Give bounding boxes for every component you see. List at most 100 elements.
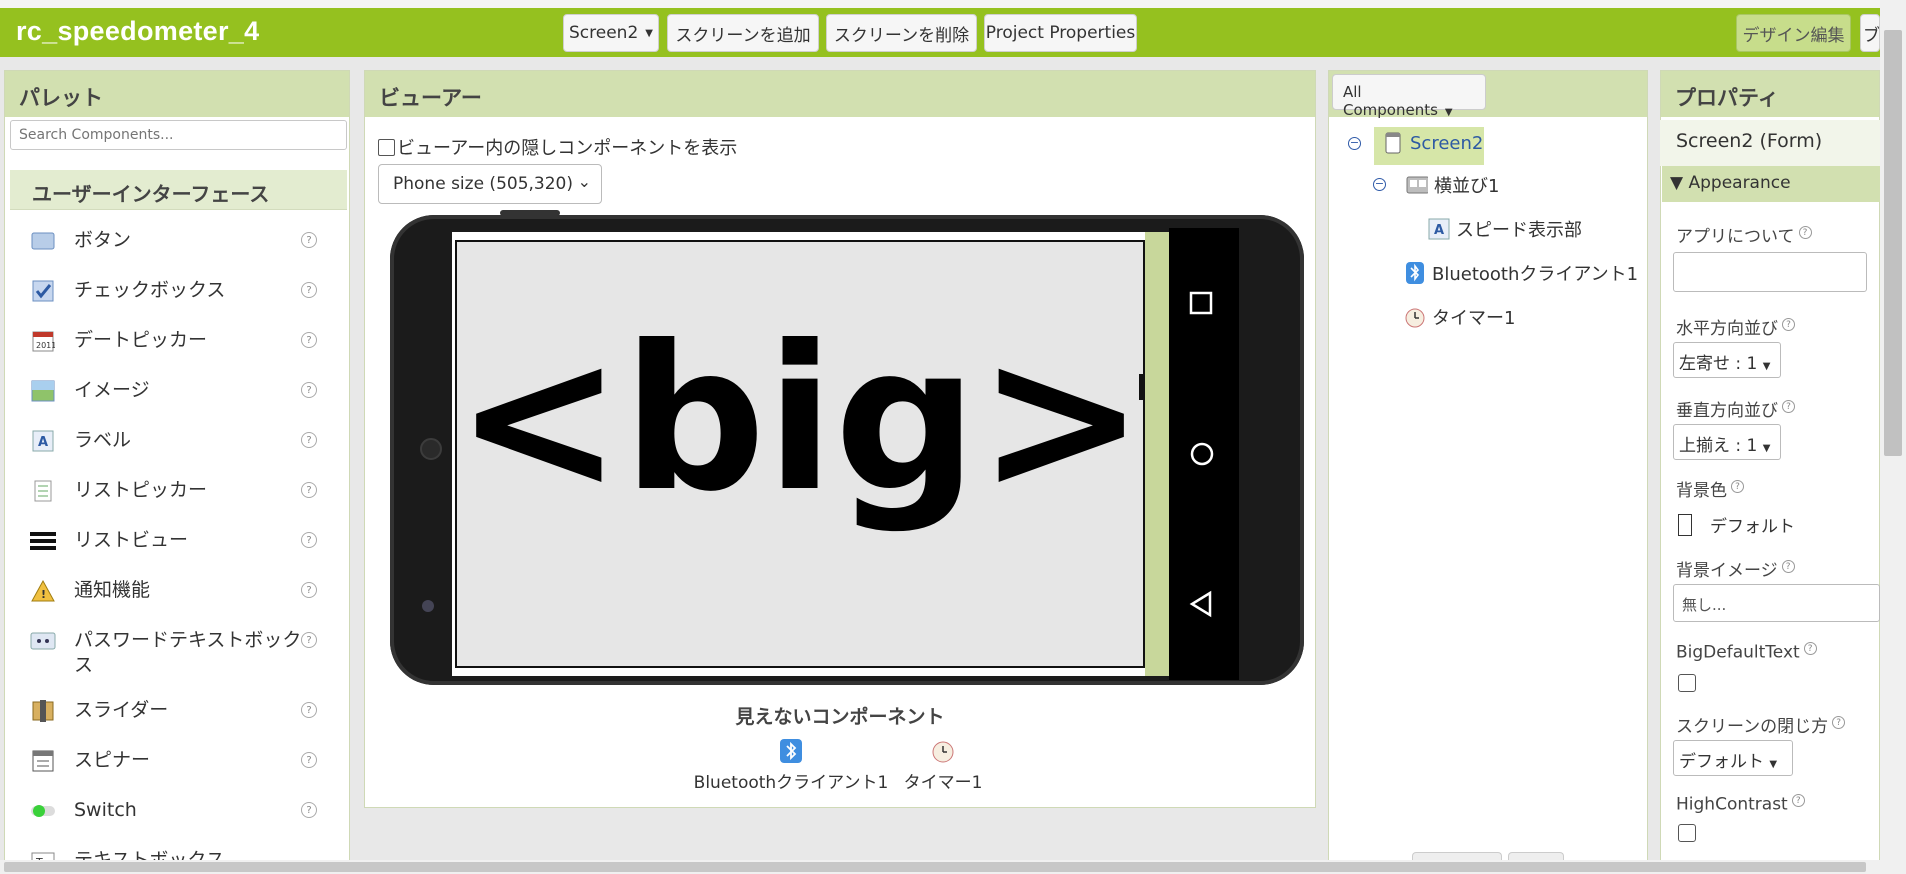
help-icon[interactable]: ? (1782, 318, 1795, 332)
tree-item-horizontal-arrangement[interactable]: 横並び1 (1406, 172, 1499, 198)
bg-image-picker[interactable]: 無し... (1673, 584, 1880, 622)
phone-button-top (500, 210, 560, 216)
prop-about-label: アプリについて? (1676, 222, 1812, 247)
screen-select-button[interactable]: Screen2 ▼ (563, 14, 659, 52)
help-icon[interactable]: ? (301, 232, 317, 248)
help-icon[interactable]: ? (1731, 480, 1744, 494)
help-icon[interactable]: ? (301, 582, 317, 598)
designer-button[interactable]: デザイン編集 (1736, 14, 1851, 52)
help-icon[interactable]: ? (301, 802, 317, 818)
phone-size-select[interactable]: Phone size (505,320) ⌄ (378, 164, 602, 204)
palette-item-label: スライダー (74, 699, 169, 721)
help-icon[interactable]: ? (301, 332, 317, 348)
screen-select-label: Screen2 (569, 23, 639, 43)
project-properties-button[interactable]: Project Properties (984, 14, 1137, 52)
recent-apps-icon (1189, 291, 1213, 315)
clock-icon (1404, 306, 1426, 328)
caret-down-icon: ▼ (1762, 361, 1771, 372)
close-animation-value: デフォルト (1679, 752, 1764, 772)
prop-bg-image-text: 背景イメージ (1676, 561, 1778, 581)
tree-item-label: タイマー1 (1432, 308, 1516, 329)
help-icon[interactable]: ? (1832, 716, 1846, 730)
tree-item-label: Bluetoothクライアント1 (1432, 264, 1639, 285)
show-hidden-checkbox[interactable] (378, 138, 395, 156)
tree-item-timer[interactable]: タイマー1 (1404, 304, 1515, 330)
datepicker-icon: 2011 (30, 328, 56, 354)
prop-high-contrast-label: HighContrast? (1676, 794, 1805, 815)
tree-item-speed-label[interactable]: A スピード表示部 (1428, 216, 1582, 242)
help-icon[interactable]: ? (1803, 642, 1817, 655)
palette-item-button[interactable]: ボタン ? (10, 224, 347, 260)
help-icon[interactable]: ? (301, 432, 317, 448)
collapse-icon[interactable]: − (1373, 178, 1386, 191)
palette-item-label: パスワードテキストボックス (74, 629, 302, 676)
viewer-title: ビューアー (365, 71, 1315, 117)
palette-item-image[interactable]: イメージ ? (10, 374, 347, 410)
help-icon[interactable]: ? (301, 382, 317, 398)
palette-item-label: スピナー (74, 749, 151, 771)
vertical-scrollbar-thumb[interactable] (1884, 30, 1902, 456)
chevron-down-icon: ⌄ (577, 172, 591, 191)
palette-item-label: イメージ (74, 379, 150, 401)
help-icon[interactable]: ? (1782, 400, 1795, 414)
horizontal-scrollbar-thumb[interactable] (4, 862, 1866, 872)
blocks-button[interactable]: ブ (1860, 14, 1880, 52)
tree-item-label: Screen2 (1410, 132, 1484, 154)
align-vertical-select[interactable]: 上揃え : 1 ▼ (1673, 424, 1781, 460)
palette-item-password[interactable]: パスワードテキストボックス ? (10, 624, 347, 684)
palette-item-notifier[interactable]: ! 通知機能 ? (10, 574, 347, 610)
help-icon[interactable]: ? (1798, 226, 1812, 240)
caret-down-icon: ▼ (1444, 107, 1453, 118)
collapse-icon[interactable]: − (1348, 137, 1361, 150)
help-icon[interactable]: ? (301, 482, 317, 498)
nonvisible-bluetooth[interactable]: Bluetoothクライアント1 (691, 738, 891, 793)
tree-item-screen2[interactable]: Screen2 (1382, 132, 1483, 154)
palette-item-slider[interactable]: スライダー ? (10, 694, 347, 730)
help-icon[interactable]: ? (301, 752, 317, 768)
prop-align-h-label: 水平方向並び? (1676, 314, 1795, 339)
remove-screen-button[interactable]: スクリーンを削除 (826, 14, 977, 52)
high-contrast-checkbox[interactable] (1678, 824, 1696, 842)
palette-item-checkbox[interactable]: チェックボックス ? (10, 274, 347, 310)
big-default-text-checkbox[interactable] (1678, 674, 1696, 692)
palette-item-label: 通知機能 (74, 579, 151, 601)
align-vertical-value: 上揃え : 1 (1679, 436, 1758, 456)
help-icon[interactable]: ? (1791, 794, 1805, 807)
project-title: rc_speedometer_4 (16, 16, 260, 46)
phone-sensor-icon (422, 600, 434, 612)
prop-align-v-text: 垂直方向並び (1676, 401, 1778, 421)
close-animation-select[interactable]: デフォルト ▼ (1673, 740, 1793, 776)
help-icon[interactable]: ? (301, 632, 317, 648)
listview-icon (30, 528, 56, 554)
help-icon[interactable]: ? (301, 702, 317, 718)
tree-item-bluetooth[interactable]: Bluetoothクライアント1 (1404, 260, 1638, 286)
add-screen-button[interactable]: スクリーンを追加 (667, 14, 819, 52)
prop-bg-color-label: 背景色? (1676, 476, 1744, 501)
about-textarea[interactable] (1673, 252, 1867, 292)
prop-high-contrast-text: HighContrast (1676, 794, 1788, 815)
palette-item-datepicker[interactable]: 2011 デートピッカー ? (10, 324, 347, 360)
palette-item-spinner[interactable]: スピナー ? (10, 744, 347, 780)
color-swatch-icon (1678, 513, 1692, 536)
palette-item-textbox[interactable]: T テキストボックス (10, 844, 347, 860)
appearance-group[interactable]: ▼ Appearance (1662, 166, 1880, 202)
category-user-interface[interactable]: ユーザーインターフェース (10, 170, 347, 210)
help-icon[interactable]: ? (301, 532, 317, 548)
palette-item-label[interactable]: A ラベル ? (10, 424, 347, 460)
palette-item-switch[interactable]: Switch ? (10, 794, 347, 830)
palette-item-label: ラベル (74, 429, 132, 451)
align-horizontal-select[interactable]: 左寄せ : 1 ▼ (1673, 342, 1781, 378)
speed-display-label[interactable]: <big> (455, 320, 1145, 520)
bg-color-picker[interactable]: デフォルト (1678, 512, 1795, 537)
palette-item-listpicker[interactable]: リストピッカー ? (10, 474, 347, 510)
prop-bg-image-label: 背景イメージ? (1676, 556, 1795, 581)
help-icon[interactable]: ? (301, 282, 317, 298)
prop-about-text: アプリについて (1676, 227, 1795, 247)
help-icon[interactable]: ? (1781, 560, 1795, 574)
nonvisible-timer[interactable]: タイマー1 (893, 738, 993, 793)
phone-camera-icon (420, 438, 442, 460)
all-components-dropdown[interactable]: All Components ▼ (1332, 74, 1486, 119)
search-components-input[interactable] (10, 120, 347, 150)
palette-item-label: Switch (74, 799, 137, 821)
palette-item-listview[interactable]: リストビュー ? (10, 524, 347, 560)
